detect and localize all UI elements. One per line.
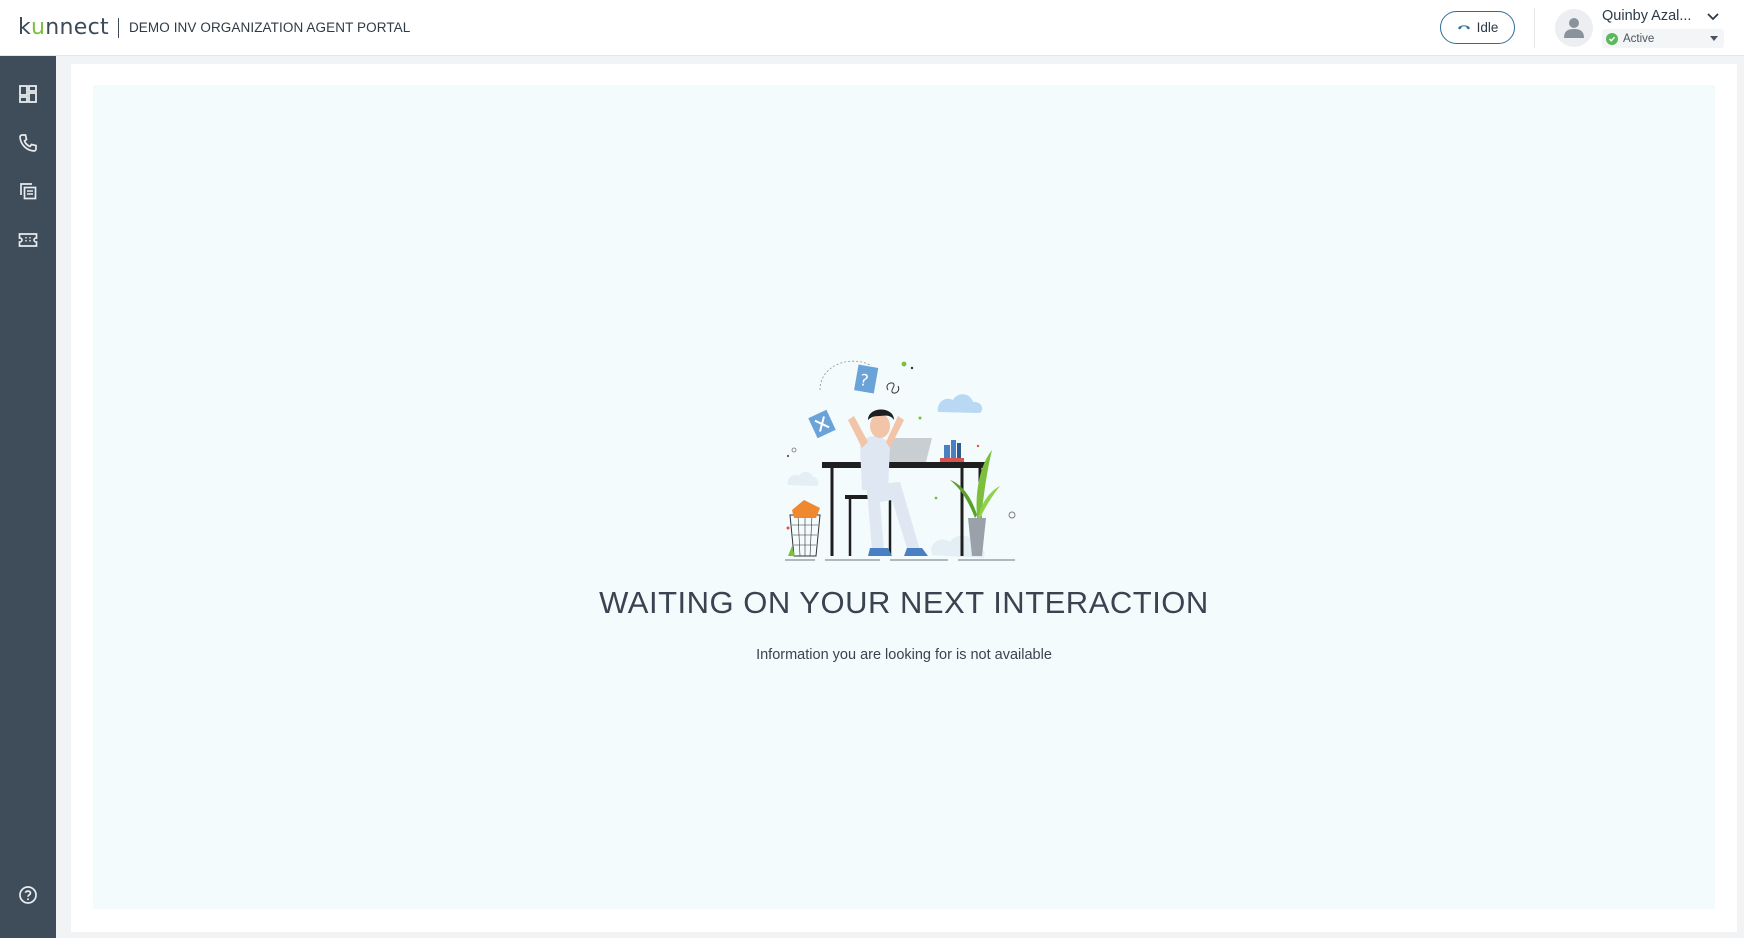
logo-letter-u: u [31, 15, 46, 40]
sidebar-item-copy[interactable] [14, 177, 42, 205]
brand-divider [117, 17, 119, 38]
sidebar-item-calls[interactable] [14, 129, 42, 157]
avatar[interactable] [1555, 9, 1593, 47]
kunnect-logo[interactable]: k u nnect [18, 15, 109, 40]
brand: k u nnect DEMO INV ORGANIZATION AGENT PORT… [18, 0, 410, 56]
header-divider [1534, 8, 1535, 48]
chevron-down-icon[interactable] [1706, 10, 1720, 28]
sidebar-item-tickets[interactable] [14, 226, 42, 254]
hangup-phone-icon [1457, 19, 1471, 37]
copy-icon [20, 183, 37, 200]
waiting-agent-illustration: ? [780, 350, 1030, 565]
logo-letter-k: k [18, 15, 32, 40]
logo-text-rest: nnect [45, 15, 109, 40]
user-name[interactable]: Quinby Azal... [1602, 8, 1691, 24]
empty-state-subtitle: Information you are looking for is not a… [756, 647, 1052, 663]
status-check-icon [1606, 32, 1618, 45]
portal-title: DEMO INV ORGANIZATION AGENT PORTAL [128, 20, 411, 35]
help-icon [19, 886, 37, 904]
presence-status-label: Active [1623, 32, 1655, 45]
sidebar-item-help[interactable] [14, 881, 42, 909]
top-bar: k u nnect DEMO INV ORGANIZATION AGENT PORT… [0, 0, 1744, 56]
caret-down-icon [1710, 36, 1718, 41]
call-status-label: Idle [1476, 20, 1499, 35]
ticket-icon [18, 233, 38, 247]
empty-state-title: WAITING ON YOUR NEXT INTERACTION [599, 585, 1209, 620]
call-status-button[interactable]: Idle [1440, 11, 1515, 44]
presence-status-select[interactable]: Active [1602, 29, 1724, 48]
sidebar [0, 56, 56, 938]
user-avatar-icon [1564, 18, 1584, 38]
phone-icon [19, 134, 37, 152]
sidebar-item-dashboard[interactable] [14, 80, 42, 108]
dashboard-icon [19, 85, 37, 103]
